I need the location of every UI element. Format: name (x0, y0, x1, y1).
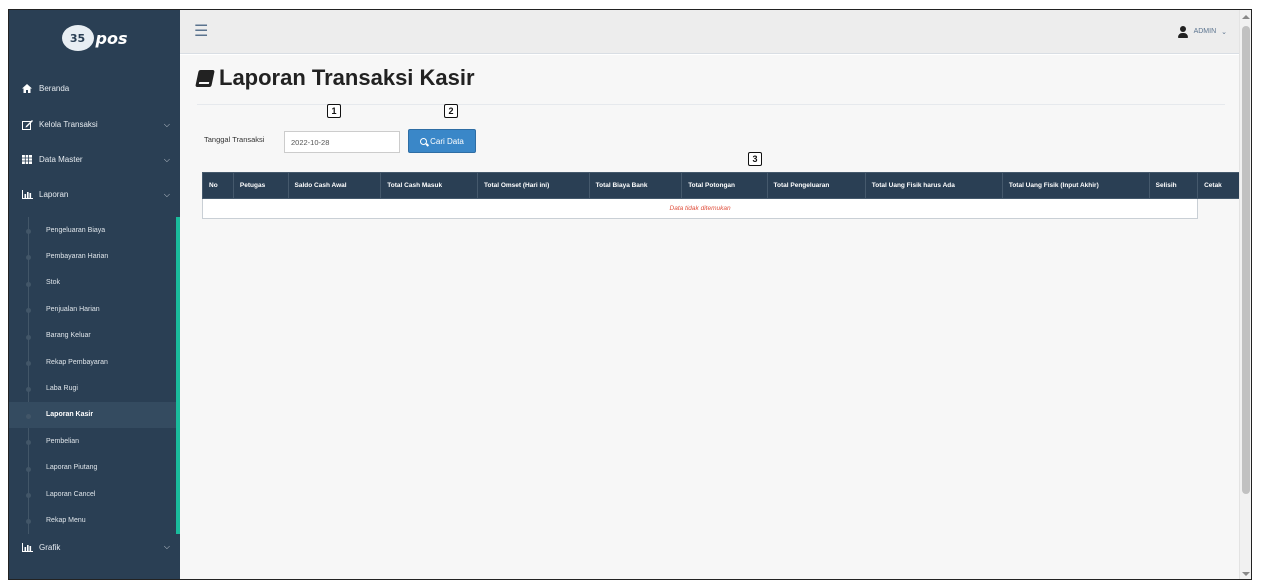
submenu-item-barang-keluar[interactable]: Barang Keluar (9, 323, 176, 349)
sidebar-item-kelola-transaksi[interactable]: Kelola Transaksi ⌵ (9, 111, 180, 138)
submenu-item-laporan-piutang[interactable]: Laporan Piutang (9, 455, 176, 481)
chart-icon (22, 542, 36, 552)
transaction-date-input[interactable] (284, 131, 400, 153)
app-window: 35 pos Beranda Kelola Transaksi ⌵ Data M… (8, 9, 1252, 580)
page-scrollbar[interactable] (1239, 10, 1251, 579)
submenu-item-stok[interactable]: Stok (9, 270, 176, 296)
logo-mark-icon: 35 (61, 25, 94, 51)
user-icon (1177, 25, 1189, 38)
brand-logo: 35 pos (61, 25, 128, 51)
column-header-cetak: Cetak (1197, 172, 1242, 199)
cashier-report-table: No Petugas Saldo Cash Awal Total Cash Ma… (201, 172, 1242, 219)
column-header-total-biaya-bank: Total Biaya Bank (588, 172, 683, 199)
sidebar-item-label: Beranda (39, 84, 70, 93)
column-header-saldo-cash-awal: Saldo Cash Awal (287, 172, 382, 199)
submenu-item-pembayaran-harian[interactable]: Pembayaran Harian (9, 243, 176, 269)
column-header-uang-fisik-harus-ada: Total Uang Fisik harus Ada (864, 172, 1003, 199)
sidebar-item-data-master[interactable]: Data Master ⌵ (9, 146, 180, 173)
search-icon (420, 137, 428, 145)
chart-icon (22, 190, 36, 199)
table-header-row: No Petugas Saldo Cash Awal Total Cash Ma… (202, 172, 1242, 199)
column-header-no: No (202, 172, 234, 199)
column-header-petugas: Petugas (232, 172, 289, 199)
table-icon (22, 155, 36, 164)
chevron-down-icon: ⌵ (163, 154, 170, 164)
table-row: Data tidak ditemukan (201, 198, 1242, 219)
sidebar-item-label: Grafik (39, 542, 61, 552)
annotation-marker-2: 2 (444, 104, 458, 118)
page-title-text: Laporan Transaksi Kasir (219, 65, 475, 90)
submenu-item-laporan-kasir[interactable]: Laporan Kasir (9, 401, 176, 429)
home-icon (22, 84, 36, 93)
chevron-down-icon: ⌵ (163, 189, 170, 199)
sidebar-item-label: Laporan (39, 190, 69, 199)
logo-text: pos (95, 28, 128, 48)
scroll-up-icon[interactable] (1242, 15, 1250, 19)
sidebar-item-laporan[interactable]: Laporan ⌵ (9, 181, 180, 208)
column-header-selisih: Selisih (1148, 172, 1199, 199)
annotation-marker-1: 1 (327, 104, 341, 118)
main-content: Laporan Transaksi Kasir 1 2 3 Tanggal Tr… (180, 55, 1242, 579)
column-header-uang-fisik-input-akhir: Total Uang Fisik (Input Akhir) (1001, 172, 1150, 199)
submenu-item-laporan-cancel[interactable]: Laporan Cancel (9, 481, 176, 507)
laporan-submenu: Pengeluaran Biaya Pembayaran Harian Stok… (9, 217, 180, 534)
brand[interactable]: 35 pos (9, 10, 180, 66)
sidebar-menu-bottom: Grafik ⌵ (9, 534, 180, 561)
chevron-down-icon: ⌄ (1221, 28, 1227, 36)
search-button-label: Cari Data (430, 136, 464, 146)
user-menu[interactable]: ADMIN ⌄ (1177, 25, 1227, 38)
column-header-total-cash-masuk: Total Cash Masuk (380, 172, 478, 199)
submenu-item-rekap-pembayaran[interactable]: Rekap Pembayaran (9, 349, 176, 375)
chevron-down-icon: ⌵ (163, 542, 170, 552)
hamburger-menu-icon[interactable]: ☰ (194, 23, 208, 40)
page-title: Laporan Transaksi Kasir (195, 65, 475, 91)
annotation-marker-3: 3 (748, 152, 762, 166)
scroll-down-icon[interactable] (1242, 572, 1250, 576)
title-divider (197, 104, 1225, 105)
sidebar-menu: Beranda Kelola Transaksi ⌵ Data Master ⌵ (9, 75, 180, 208)
sidebar-item-grafik[interactable]: Grafik ⌵ (9, 534, 180, 561)
user-name: ADMIN (1193, 28, 1217, 35)
column-header-total-potongan: Total Potongan (681, 172, 768, 199)
sidebar: 35 pos Beranda Kelola Transaksi ⌵ Data M… (9, 10, 180, 579)
submenu-item-laba-rugi[interactable]: Laba Rugi (9, 375, 176, 401)
sidebar-item-label: Kelola Transaksi (39, 120, 98, 129)
submenu-item-rekap-menu[interactable]: Rekap Menu (9, 507, 176, 533)
date-filter-label: Tanggal Transaksi (204, 135, 265, 144)
scrollbar-thumb[interactable] (1242, 26, 1250, 494)
empty-table-message: Data tidak ditemukan (201, 198, 1199, 219)
submenu-item-pengeluaran-biaya[interactable]: Pengeluaran Biaya (9, 217, 176, 243)
submenu-item-pembelian[interactable]: Pembelian (9, 428, 176, 454)
column-header-total-omset: Total Omset (Hari ini) (476, 172, 590, 199)
book-icon (195, 69, 215, 87)
top-navbar: ☰ ADMIN ⌄ (180, 10, 1251, 54)
column-header-total-pengeluaran: Total Pengeluaran (766, 172, 866, 199)
sidebar-item-beranda[interactable]: Beranda (9, 75, 180, 102)
sidebar-item-label: Data Master (39, 155, 83, 164)
submenu-item-penjualan-harian[interactable]: Penjualan Harian (9, 296, 176, 322)
chevron-down-icon: ⌵ (163, 119, 170, 129)
edit-icon (22, 119, 36, 130)
search-data-button[interactable]: Cari Data (408, 129, 476, 153)
